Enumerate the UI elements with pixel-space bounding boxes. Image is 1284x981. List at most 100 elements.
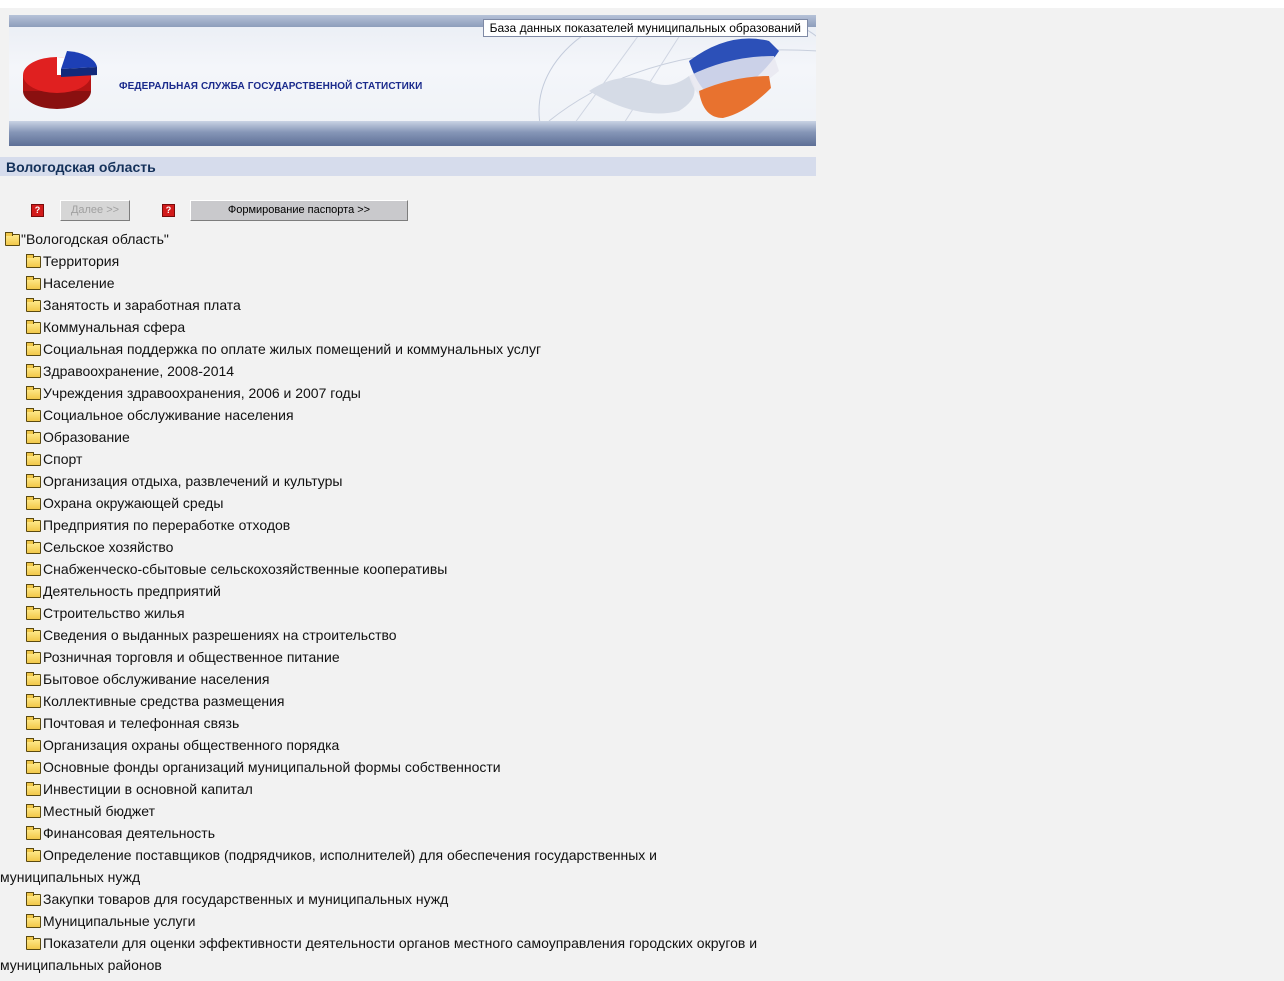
tree-item-label: Финансовая деятельность	[43, 825, 215, 841]
folder-icon	[26, 848, 41, 862]
folder-icon	[26, 628, 41, 642]
globe-map-graphic	[538, 21, 816, 131]
tree-item-label: Сельское хозяйство	[43, 539, 174, 555]
passport-button[interactable]: Формирование паспорта >>	[190, 200, 408, 221]
folder-icon	[26, 672, 41, 686]
tree-item-label: Спорт	[43, 451, 83, 467]
tree-item-label: Деятельность предприятий	[43, 583, 221, 599]
tree-item-label: Здравоохранение, 2008-2014	[43, 363, 235, 379]
tree-item[interactable]: Местный бюджет	[0, 800, 760, 822]
tree-item-label: Розничная торговля и общественное питани…	[43, 649, 340, 665]
tree-item[interactable]: Охрана окружающей среды	[0, 492, 760, 514]
tree-item-label: Бытовое обслуживание населения	[43, 671, 270, 687]
tree-item-label: Население	[43, 275, 115, 291]
tree-item[interactable]: Население	[0, 272, 760, 294]
tree-item[interactable]: Социальное обслуживание населения	[0, 404, 760, 426]
tree-item-label: Местный бюджет	[43, 803, 155, 819]
tree-item-label: Показатели для оценки эффективности деят…	[0, 935, 758, 973]
help-icon[interactable]: ?	[31, 204, 44, 217]
folder-icon	[26, 782, 41, 796]
tree-item[interactable]: Учреждения здравоохранения, 2006 и 2007 …	[0, 382, 760, 404]
folder-icon	[26, 430, 41, 444]
tree-item[interactable]: Сельское хозяйство	[0, 536, 760, 558]
tree-item-label: Снабженческо-сбытовые сельскохозяйственн…	[43, 561, 448, 577]
tree-item-label: Почтовая и телефонная связь	[43, 715, 240, 731]
folder-icon	[26, 320, 41, 334]
folder-icon	[26, 276, 41, 290]
help-icon[interactable]: ?	[162, 204, 175, 217]
tree-item-label: Образование	[43, 429, 130, 445]
tree-item[interactable]: Муниципальные услуги	[0, 910, 760, 932]
tree-item[interactable]: Коммунальная сфера	[0, 316, 760, 338]
tree-item-label: Основные фонды организаций муниципальной…	[43, 759, 501, 775]
tree-item[interactable]: Социальная поддержка по оплате жилых пом…	[0, 338, 760, 360]
tree-item-label: Определение поставщиков (подрядчиков, ис…	[0, 847, 657, 885]
folder-icon	[26, 518, 41, 532]
folder-icon	[26, 386, 41, 400]
tree-item-label: Инвестиции в основной капитал	[43, 781, 253, 797]
indicator-tree: "Вологодская область" Территория Населени…	[0, 228, 760, 976]
tree-item[interactable]: Основные фонды организаций муниципальной…	[0, 756, 760, 778]
tree-item-label: Социальная поддержка по оплате жилых пом…	[43, 341, 542, 357]
banner-bottom-stripe	[9, 121, 816, 146]
tree-item[interactable]: Закупки товаров для государственных и му…	[0, 888, 760, 910]
tree-item[interactable]: Занятость и заработная плата	[0, 294, 760, 316]
folder-icon	[26, 496, 41, 510]
tree-item-label: Коллективные средства размещения	[43, 693, 285, 709]
folder-icon	[26, 694, 41, 708]
header-banner: ФЕДЕРАЛЬНАЯ СЛУЖБА ГОСУДАРСТВЕННОЙ СТАТИ…	[9, 15, 816, 146]
tree-item[interactable]: Сведения о выданных разрешениях на строи…	[0, 624, 760, 646]
tree-item[interactable]: Финансовая деятельность	[0, 822, 760, 844]
tree-item[interactable]: Территория	[0, 250, 760, 272]
folder-icon	[26, 584, 41, 598]
tree-item[interactable]: Предприятия по переработке отходов	[0, 514, 760, 536]
region-header-bar: Вологодская область	[0, 157, 816, 176]
tree-item[interactable]: Спорт	[0, 448, 760, 470]
tree-item[interactable]: Снабженческо-сбытовые сельскохозяйственн…	[0, 558, 760, 580]
tree-item[interactable]: Инвестиции в основной капитал	[0, 778, 760, 800]
folder-icon	[26, 804, 41, 818]
tree-item-label: Закупки товаров для государственных и му…	[43, 891, 449, 907]
folder-icon	[26, 760, 41, 774]
folder-icon	[26, 826, 41, 840]
folder-icon	[26, 298, 41, 312]
tree-item[interactable]: Образование	[0, 426, 760, 448]
agency-name: ФЕДЕРАЛЬНАЯ СЛУЖБА ГОСУДАРСТВЕННОЙ СТАТИ…	[119, 81, 423, 92]
tree-item[interactable]: Организация охраны общественного порядка	[0, 734, 760, 756]
folder-icon	[26, 474, 41, 488]
folder-icon	[26, 650, 41, 664]
tree-item-label: Территория	[43, 253, 120, 269]
folder-icon	[26, 936, 41, 950]
folder-icon	[26, 892, 41, 906]
folder-icon	[26, 364, 41, 378]
tree-item[interactable]: Здравоохранение, 2008-2014	[0, 360, 760, 382]
folder-icon	[26, 562, 41, 576]
tree-item[interactable]: Почтовая и телефонная связь	[0, 712, 760, 734]
folder-icon	[26, 716, 41, 730]
tree-item[interactable]: Строительство жилья	[0, 602, 760, 624]
folder-icon	[26, 738, 41, 752]
tree-item[interactable]: Деятельность предприятий	[0, 580, 760, 602]
folder-icon	[26, 408, 41, 422]
tree-root-label: "Вологодская область"	[21, 231, 169, 247]
tree-item[interactable]: Показатели для оценки эффективности деят…	[0, 932, 760, 976]
tree-item-label: Коммунальная сфера	[43, 319, 186, 335]
tree-item-label: Предприятия по переработке отходов	[43, 517, 291, 533]
tree-item-label: Социальное обслуживание населения	[43, 407, 294, 423]
folder-icon	[26, 914, 41, 928]
tree-item-label: Сведения о выданных разрешениях на строи…	[43, 627, 397, 643]
tree-item-label: Муниципальные услуги	[43, 913, 196, 929]
next-button[interactable]: Далее >>	[60, 200, 130, 221]
tree-item[interactable]: Коллективные средства размещения	[0, 690, 760, 712]
tree-item[interactable]: Розничная торговля и общественное питани…	[0, 646, 760, 668]
tree-item-label: Организация отдыха, развлечений и культу…	[43, 473, 343, 489]
tree-item[interactable]: Организация отдыха, развлечений и культу…	[0, 470, 760, 492]
open-folder-icon	[5, 232, 20, 246]
tree-root[interactable]: "Вологодская область"	[0, 228, 760, 250]
tree-item[interactable]: Определение поставщиков (подрядчиков, ис…	[0, 844, 760, 888]
tree-item-label: Строительство жилья	[43, 605, 185, 621]
folder-icon	[26, 606, 41, 620]
tree-item-label: Учреждения здравоохранения, 2006 и 2007 …	[43, 385, 361, 401]
tree-item[interactable]: Бытовое обслуживание населения	[0, 668, 760, 690]
folder-icon	[26, 342, 41, 356]
